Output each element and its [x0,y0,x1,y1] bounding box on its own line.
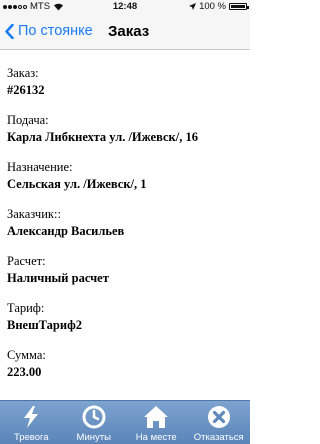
order-number-field: Заказ: #26132 [7,66,246,113]
pickup-value: Карла Либкнехта ул. /Ижевск/, 16 [7,130,198,144]
battery-icon [229,3,249,10]
tab-cancel-label: Отказаться [193,432,244,443]
clock-icon [82,405,106,429]
chevron-left-icon [5,23,14,39]
tab-cancel[interactable]: Отказаться [188,401,251,444]
pickup-field: Подача: Карла Либкнехта ул. /Ижевск/, 16 [7,113,246,160]
location-arrow-icon [189,3,197,10]
battery-percent: 100 % [199,1,226,12]
destination-field: Назначение: Сельская ул. /Ижевск/, 1 [7,160,246,207]
order-number-value: #26132 [7,83,45,97]
page-title: Заказ [108,23,150,40]
tariff-field: Тариф: ВнешТариф2 [7,301,246,348]
navigation-bar: По стоянке Заказ [0,14,250,50]
sum-label: Сумма: [7,348,46,362]
lightning-icon [24,406,39,428]
sum-field: Сумма: 223.00 [7,348,246,395]
destination-value: Сельская ул. /Ижевск/, 1 [7,177,147,191]
back-button-label: По стоянке [18,23,93,39]
customer-field: Заказчик:: Александр Васильев [7,207,246,254]
home-icon [144,406,169,428]
status-bar: MTS 12:48 100 % [0,0,250,14]
status-right: 100 % [189,1,249,12]
tab-minutes-label: Минуты [76,432,111,443]
destination-label: Назначение: [7,160,73,174]
tab-arrived-label: На месте [135,432,177,443]
tab-minutes[interactable]: Минуты [63,401,126,444]
battery-level [231,5,245,8]
tab-bar: Тревога Минуты На месте Отказаться [0,400,250,444]
customer-value: Александр Васильев [7,224,125,238]
customer-label: Заказчик:: [7,207,61,221]
tab-alarm-label: Тревога [13,432,49,443]
payment-label: Расчет: [7,254,46,268]
tab-alarm[interactable]: Тревога [0,401,63,444]
tariff-label: Тариф: [7,301,45,315]
pickup-label: Подача: [7,113,49,127]
tariff-value: ВнешТариф2 [7,318,82,332]
payment-value: Наличный расчет [7,271,109,285]
tab-arrived[interactable]: На месте [125,401,188,444]
order-details: Заказ: #26132 Подача: Карла Либкнехта ул… [7,66,246,395]
cancel-icon [207,406,230,428]
back-button[interactable]: По стоянке [5,23,93,39]
sum-value: 223.00 [7,365,42,379]
payment-field: Расчет: Наличный расчет [7,254,246,301]
order-number-label: Заказ: [7,66,39,80]
